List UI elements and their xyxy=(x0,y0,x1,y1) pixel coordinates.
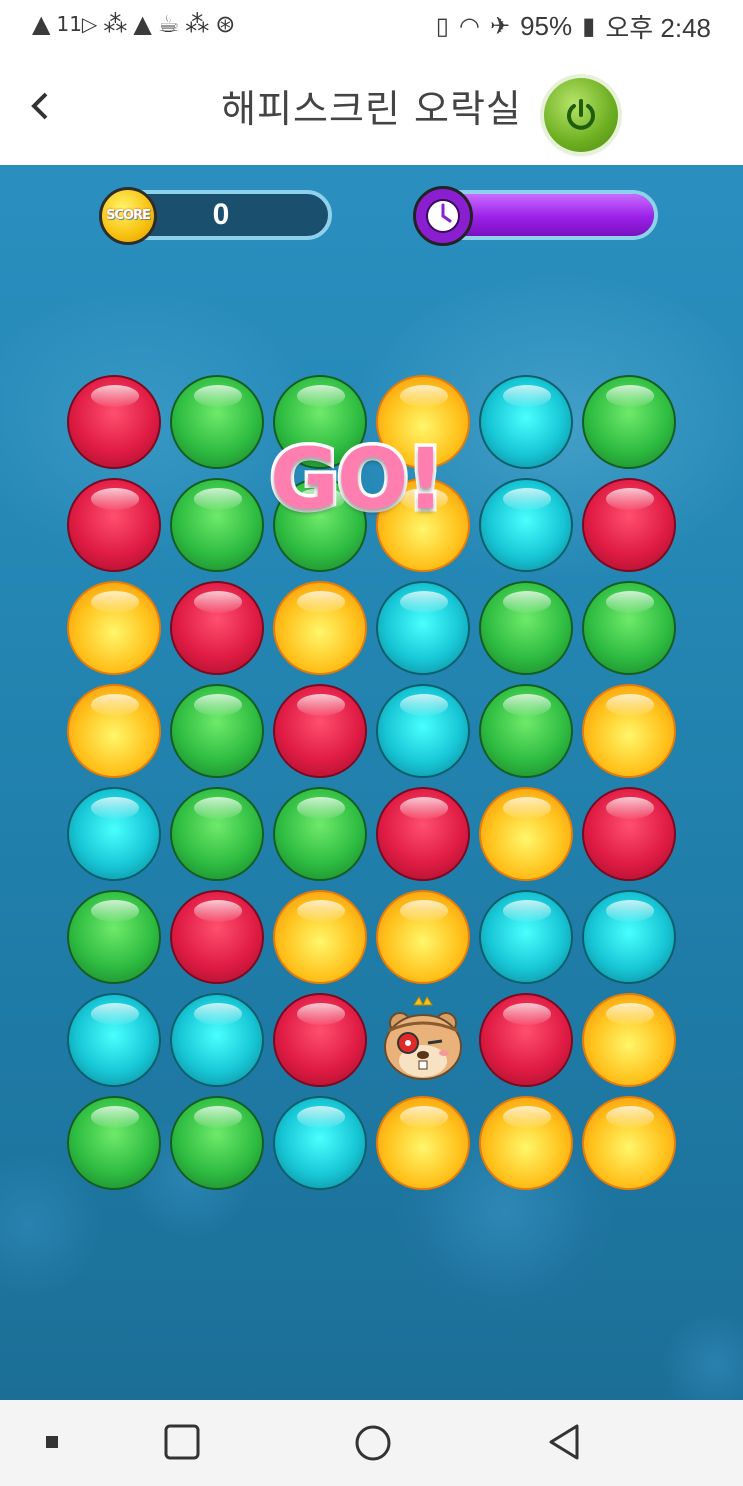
ball-yellow[interactable] xyxy=(67,581,161,675)
ball-red[interactable] xyxy=(67,478,161,572)
ball-cyan[interactable] xyxy=(582,890,676,984)
ball-cyan[interactable] xyxy=(479,375,573,469)
ball-cyan[interactable] xyxy=(170,993,264,1087)
ball-red[interactable] xyxy=(67,375,161,469)
battery-icon: ▮ xyxy=(582,12,596,40)
clock-time: 오후 2:48 xyxy=(605,13,711,43)
power-icon xyxy=(567,99,595,130)
app-icon: ⁂ xyxy=(185,10,210,38)
cup-icon: ☕ xyxy=(157,10,180,38)
android-icon: ⊛ xyxy=(215,10,236,38)
warning-icon: ▲ xyxy=(32,10,51,38)
system-icons: ▯ ◠ ✈ 95% ▮ 오후 2:48 xyxy=(436,8,711,45)
ball-red[interactable] xyxy=(479,993,573,1087)
hamster-piece[interactable] xyxy=(376,993,470,1087)
ball-yellow[interactable] xyxy=(273,890,367,984)
back-nav-icon[interactable] xyxy=(545,1422,585,1462)
status-bar: ▲ 11▷ ⁂ ▲ ☕ ⁂ ⊛ ▯ ◠ ✈ 95% ▮ 오후 2:48 xyxy=(0,0,743,50)
ball-red[interactable] xyxy=(273,684,367,778)
ball-green[interactable] xyxy=(170,1096,264,1190)
ball-green[interactable] xyxy=(479,581,573,675)
go-banner: GO! xyxy=(267,427,449,532)
ball-red[interactable] xyxy=(582,478,676,572)
app-icon: ⁂ xyxy=(103,10,128,38)
app-header: 해피스크린 오락실 xyxy=(0,50,743,166)
ball-yellow[interactable] xyxy=(582,1096,676,1190)
airplane-icon: ✈ xyxy=(489,12,511,40)
ball-yellow[interactable] xyxy=(67,684,161,778)
clock-icon xyxy=(413,186,473,246)
ball-green[interactable] xyxy=(67,890,161,984)
game-board-area: 0 SCORE GO! xyxy=(0,165,743,1400)
score-icon: SCORE xyxy=(99,187,157,245)
ball-green[interactable] xyxy=(582,581,676,675)
status-left-text: 11▷ xyxy=(56,12,98,36)
ball-cyan[interactable] xyxy=(479,478,573,572)
ball-yellow[interactable] xyxy=(479,787,573,881)
ball-cyan[interactable] xyxy=(479,890,573,984)
ball-green[interactable] xyxy=(170,375,264,469)
battery-percent: 95% xyxy=(520,11,573,41)
ball-cyan[interactable] xyxy=(67,993,161,1087)
power-button[interactable] xyxy=(544,78,618,152)
ball-red[interactable] xyxy=(273,993,367,1087)
ball-cyan[interactable] xyxy=(67,787,161,881)
ball-cyan[interactable] xyxy=(376,684,470,778)
ball-green[interactable] xyxy=(170,478,264,572)
ball-yellow[interactable] xyxy=(376,1096,470,1190)
notification-icons: ▲ 11▷ ⁂ ▲ ☕ ⁂ ⊛ xyxy=(32,8,235,40)
wifi-icon: ◠ xyxy=(459,12,480,40)
overview-icon[interactable] xyxy=(163,1423,201,1461)
ball-yellow[interactable] xyxy=(582,684,676,778)
page-title: 해피스크린 오락실 xyxy=(221,87,522,131)
ball-green[interactable] xyxy=(67,1096,161,1190)
ball-yellow[interactable] xyxy=(376,890,470,984)
score-badge-text: SCORE xyxy=(106,208,151,223)
vibrate-icon: ▯ xyxy=(435,12,449,40)
ball-green[interactable] xyxy=(273,787,367,881)
warning-icon: ▲ xyxy=(133,10,152,38)
ball-cyan[interactable] xyxy=(273,1096,367,1190)
ball-red[interactable] xyxy=(376,787,470,881)
system-nav-bar xyxy=(0,1400,743,1486)
ball-cyan[interactable] xyxy=(376,581,470,675)
ball-red[interactable] xyxy=(170,581,264,675)
home-icon[interactable] xyxy=(353,1423,393,1463)
ball-green[interactable] xyxy=(170,787,264,881)
ball-green[interactable] xyxy=(479,684,573,778)
ball-yellow[interactable] xyxy=(479,1096,573,1190)
ball-green[interactable] xyxy=(582,375,676,469)
ball-yellow[interactable] xyxy=(273,581,367,675)
ball-yellow[interactable] xyxy=(582,993,676,1087)
ball-red[interactable] xyxy=(582,787,676,881)
ball-red[interactable] xyxy=(170,890,264,984)
ball-green[interactable] xyxy=(170,684,264,778)
recent-apps-dot-icon[interactable] xyxy=(45,1435,59,1449)
